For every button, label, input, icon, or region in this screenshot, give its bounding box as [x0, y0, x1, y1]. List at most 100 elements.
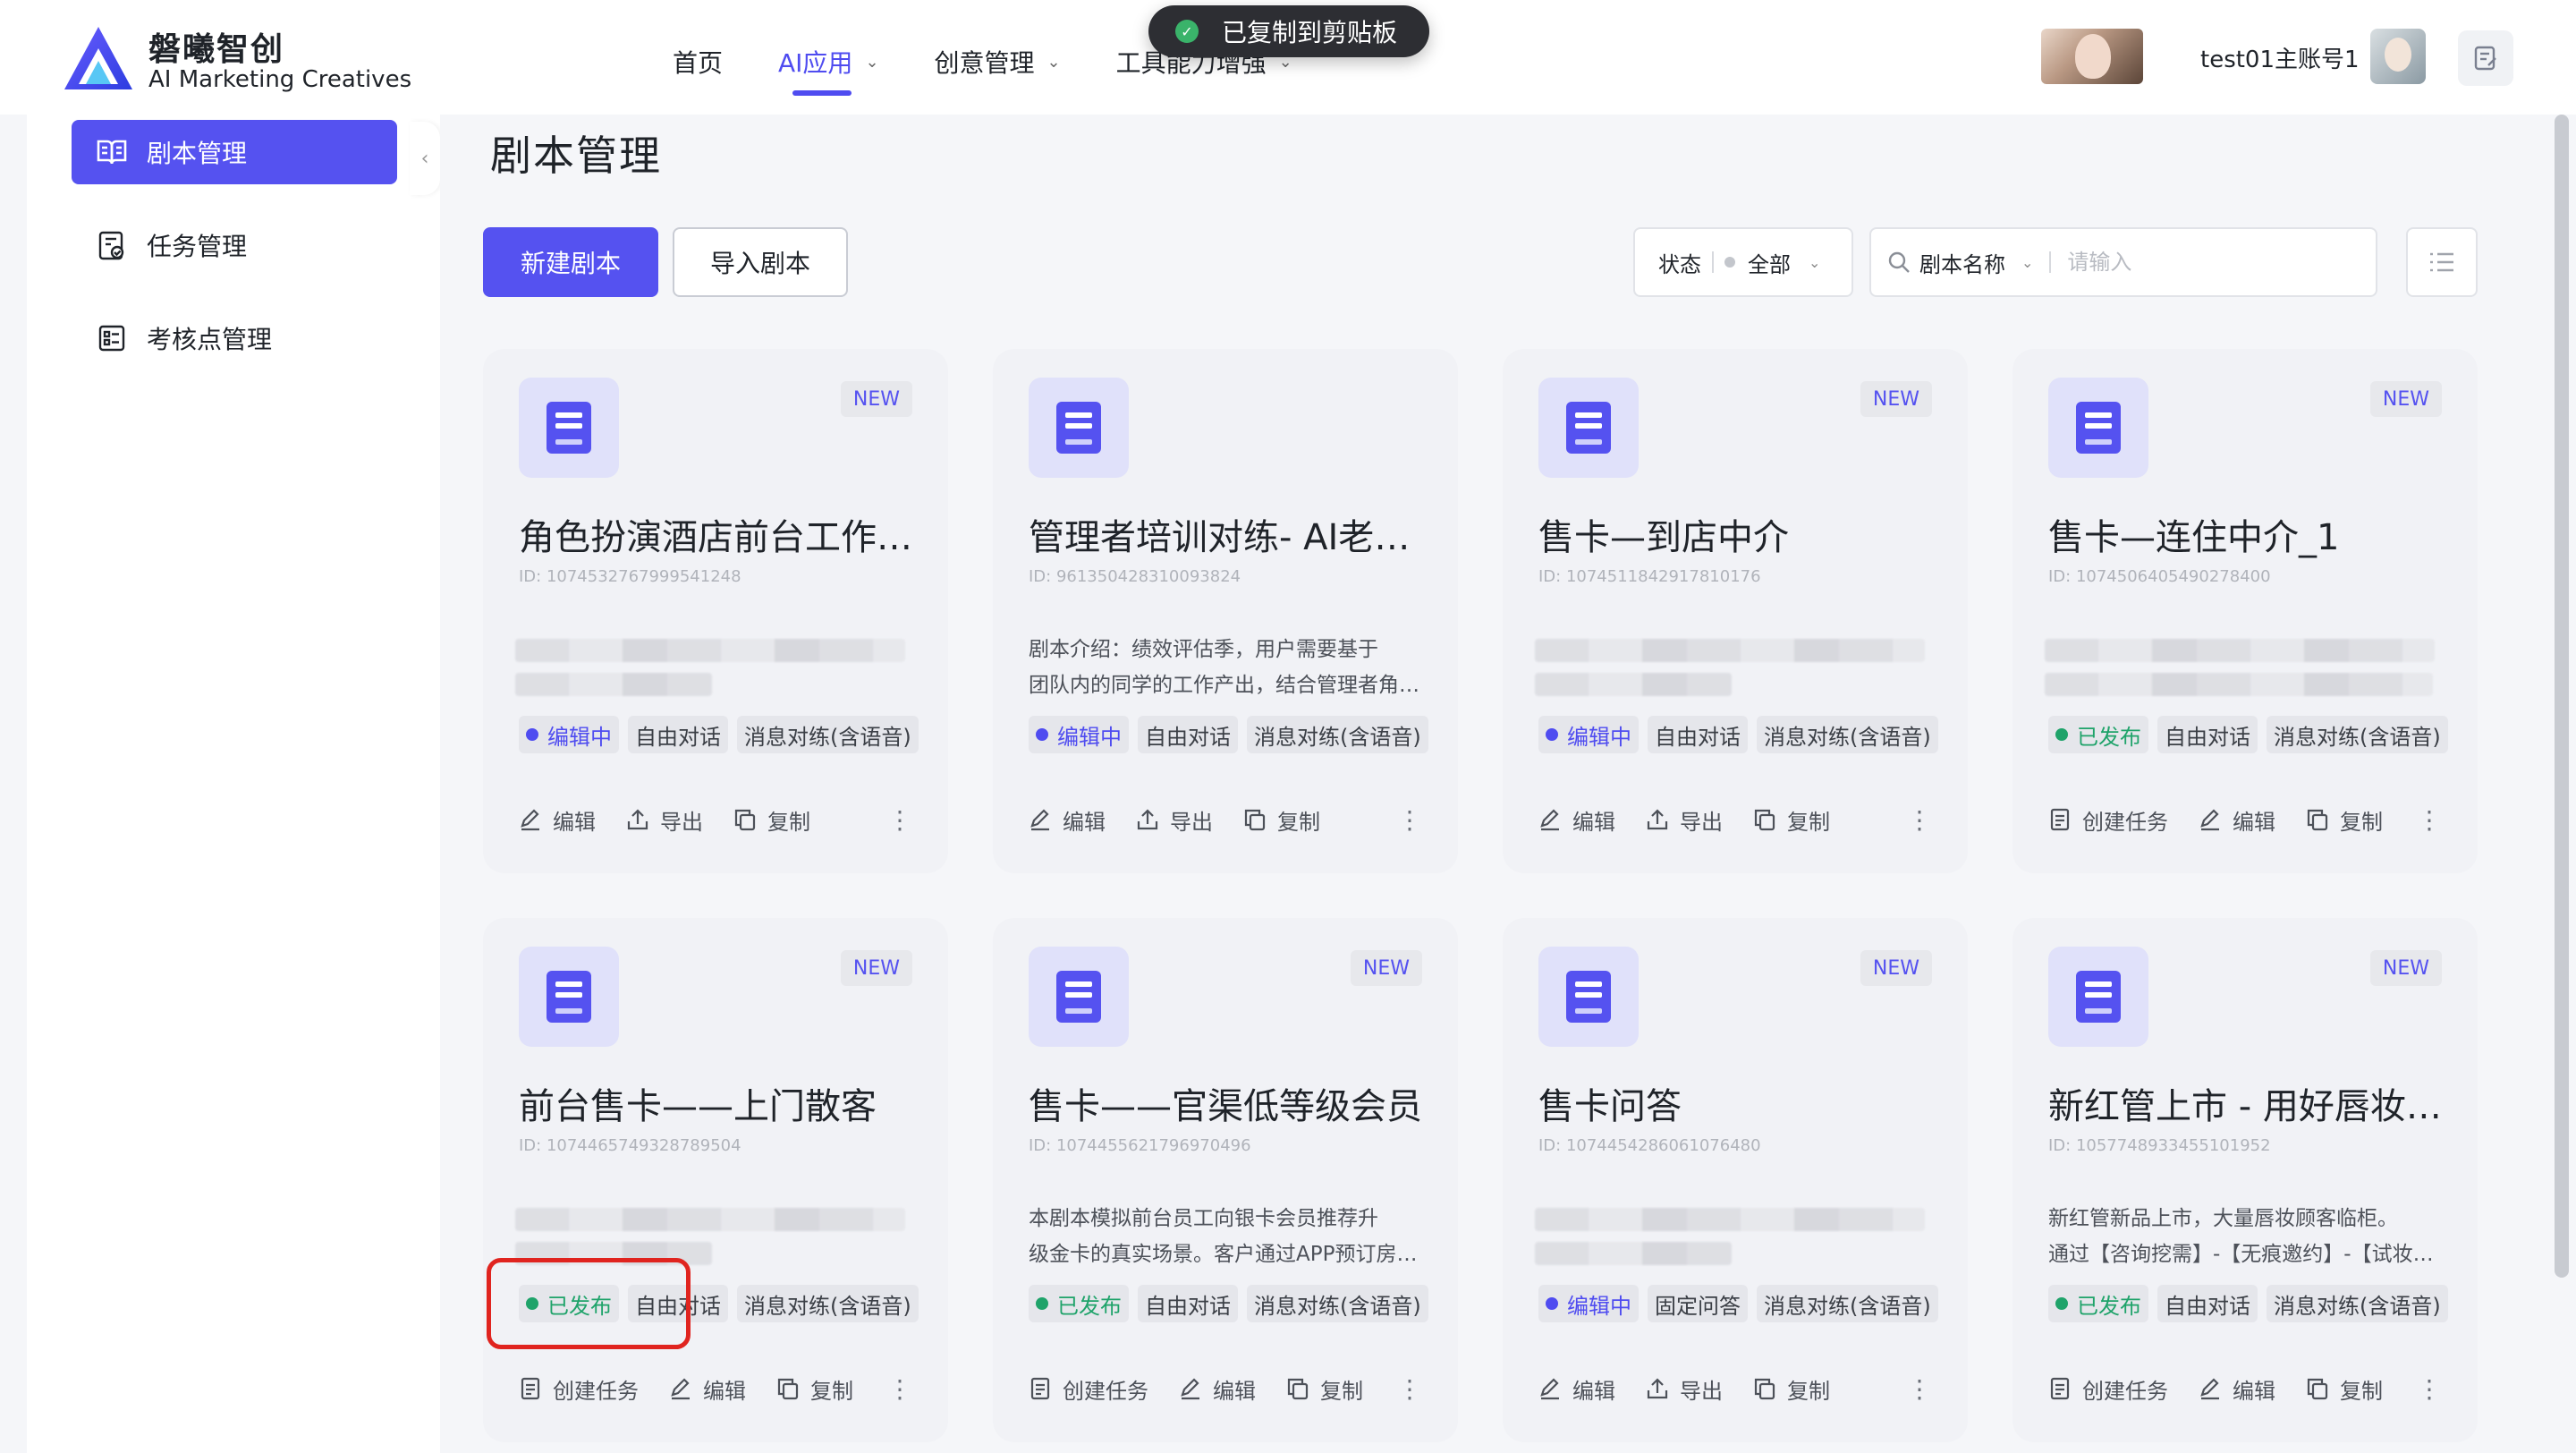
copy-button[interactable]: 复制 [2306, 804, 2383, 836]
sidebar-item-label: 考核点管理 [147, 325, 273, 354]
sidebar-item-scripts[interactable]: 剧本管理 [72, 120, 397, 184]
status-text: 已发布 [2077, 1293, 2141, 1319]
document-icon [2048, 378, 2148, 478]
action-label: 复制 [2340, 809, 2383, 835]
script-card[interactable]: NEW 前台售卡——上门散客 ID: 1074465749328789504 已发布自… [483, 918, 948, 1442]
export-button[interactable]: 导出 [1646, 1373, 1723, 1405]
script-card[interactable]: NEW 新红管上市 - 用好唇妆顾客临柜 ID: 10577489334551019… [2012, 918, 2478, 1442]
export-button[interactable]: 导出 [1136, 804, 1213, 836]
action-label: 创建任务 [1063, 1378, 1148, 1404]
action-label: 编辑 [2233, 809, 2275, 835]
more-options-icon[interactable]: ⋮ [2417, 802, 2442, 837]
script-card[interactable]: NEW 售卡——官渠低等级会员 ID: 1074455621796970496 本剧本… [993, 918, 1458, 1442]
edit-icon [2199, 808, 2222, 831]
export-button[interactable]: 导出 [1646, 804, 1723, 836]
card-tag: 自由对话 [1138, 716, 1238, 753]
export-icon [626, 808, 649, 831]
card-tags: 已发布 自由对话 消息对练(含语音) [2048, 1285, 2457, 1322]
card-title[interactable]: 新红管上市 - 用好唇妆顾客临柜 [2048, 1077, 2451, 1129]
export-button[interactable]: 导出 [626, 804, 703, 836]
action-label: 复制 [1787, 809, 1830, 835]
nav-item-creative-management[interactable]: 创意管理 ⌄ [935, 44, 1061, 80]
chevron-down-icon[interactable]: ⌄ [2021, 254, 2033, 271]
status-filter-select[interactable]: 状态 全部 ⌄ [1633, 227, 1853, 297]
page-scrollbar[interactable] [2555, 115, 2569, 1278]
nav-item-home[interactable]: 首页 [673, 44, 723, 80]
create-task-button[interactable]: 创建任务 [2048, 1373, 2168, 1405]
status-badge: 已发布 [1029, 1285, 1129, 1322]
user-avatar[interactable] [2370, 29, 2426, 84]
copy-button[interactable]: 复制 [2306, 1373, 2383, 1405]
user-name[interactable]: test01主账号1 [2200, 41, 2360, 74]
action-label: 创建任务 [2082, 809, 2168, 835]
more-options-icon[interactable]: ⋮ [1907, 1371, 1932, 1406]
script-card[interactable]: NEW 售卡—连住中介_1 ID: 1074506405490278400 已发布 自由… [2012, 349, 2478, 873]
notes-icon[interactable] [2458, 30, 2513, 86]
create-task-button[interactable]: 创建任务 [2048, 804, 2168, 836]
card-description-line: 通过【咨询挖需】-【无痕邀约】-【试妆体验】 [2048, 1243, 2451, 1266]
card-tag: 消息对练(含语音) [2267, 716, 2448, 753]
more-options-icon[interactable]: ⋮ [1397, 802, 1422, 837]
action-label: 导出 [1680, 1378, 1723, 1404]
new-script-button[interactable]: 新建剧本 [483, 227, 658, 297]
create-task-button[interactable]: 创建任务 [519, 1373, 639, 1405]
script-card[interactable]: NEW 售卡—到店中介 ID: 1074511842917810176 编辑中 自由对话… [1503, 349, 1968, 873]
task-list-icon [97, 230, 127, 260]
script-card[interactable]: NEW 售卡问答 ID: 1074454286061076480 编辑中 固定问答 消息对… [1503, 918, 1968, 1442]
edit-button[interactable]: 编辑 [669, 1373, 746, 1405]
document-icon [1538, 378, 1639, 478]
more-options-icon[interactable]: ⋮ [1397, 1371, 1422, 1406]
card-tag: 自由对话 [628, 716, 728, 753]
sidebar-item-checkpoints[interactable]: 考核点管理 [72, 306, 397, 370]
card-title[interactable]: 售卡问答 [1538, 1077, 1941, 1129]
more-options-icon[interactable]: ⋮ [1907, 802, 1932, 837]
export-icon [1136, 808, 1159, 831]
import-script-button[interactable]: 导入剧本 [673, 227, 848, 297]
nav-label: AI应用 [778, 48, 853, 78]
more-options-icon[interactable]: ⋮ [887, 802, 912, 837]
card-actions: 编辑 导出 复制 ⋮ [1538, 1371, 1950, 1406]
blurred-description [515, 1242, 712, 1265]
check-circle-icon: ✓ [1175, 20, 1199, 43]
search-input[interactable] [2067, 250, 2336, 275]
card-title[interactable]: 售卡——官渠低等级会员 [1029, 1077, 1431, 1129]
action-label: 编辑 [1063, 809, 1106, 835]
nav-item-ai-apps[interactable]: AI应用 ⌄ [778, 44, 879, 96]
copy-button[interactable]: 复制 [776, 1373, 853, 1405]
copy-button[interactable]: 复制 [1243, 804, 1320, 836]
sidebar-item-tasks[interactable]: 任务管理 [72, 213, 397, 277]
list-view-toggle-icon[interactable] [2406, 227, 2478, 297]
sidebar-collapse-button[interactable]: ‹ [410, 122, 440, 195]
card-title[interactable]: 角色扮演酒店前台工作人员 [519, 508, 921, 560]
brand-logo-icon[interactable] [63, 25, 134, 93]
card-tag: 自由对话 [1138, 1285, 1238, 1322]
create-task-button[interactable]: 创建任务 [1029, 1373, 1148, 1405]
status-dot-icon [1036, 1297, 1048, 1310]
edit-button[interactable]: 编辑 [1538, 1373, 1615, 1405]
edit-button[interactable]: 编辑 [1179, 1373, 1256, 1405]
copy-button[interactable]: 复制 [1753, 1373, 1830, 1405]
search-field-select[interactable]: 剧本名称 [1919, 247, 2005, 278]
script-card[interactable]: 管理者培训对练- AI老板绩效评估 ID: 961350428310093824 剧… [993, 349, 1458, 873]
edit-button[interactable]: 编辑 [1029, 804, 1106, 836]
card-id: ID: 1074454286061076480 [1538, 1136, 1761, 1155]
more-options-icon[interactable]: ⋮ [887, 1371, 912, 1406]
card-title[interactable]: 售卡—连住中介_1 [2048, 508, 2451, 560]
card-id: ID: 1074511842917810176 [1538, 567, 1761, 586]
edit-button[interactable]: 编辑 [2199, 1373, 2275, 1405]
card-title[interactable]: 前台售卡——上门散客 [519, 1077, 921, 1129]
copy-button[interactable]: 复制 [1286, 1373, 1363, 1405]
copy-button[interactable]: 复制 [733, 804, 810, 836]
edit-button[interactable]: 编辑 [1538, 804, 1615, 836]
copy-button[interactable]: 复制 [1753, 804, 1830, 836]
card-title[interactable]: 管理者培训对练- AI老板绩效评估 [1029, 508, 1431, 560]
edit-button[interactable]: 编辑 [519, 804, 596, 836]
blurred-description [1535, 673, 1732, 696]
script-card[interactable]: NEW 角色扮演酒店前台工作人员 ID: 1074532767999541248 编辑… [483, 349, 948, 873]
digital-human-avatar[interactable] [2041, 29, 2143, 84]
copy-icon [2306, 808, 2329, 831]
card-title[interactable]: 售卡—到店中介 [1538, 508, 1941, 560]
edit-button[interactable]: 编辑 [2199, 804, 2275, 836]
status-text: 已发布 [1057, 1293, 1122, 1319]
more-options-icon[interactable]: ⋮ [2417, 1371, 2442, 1406]
